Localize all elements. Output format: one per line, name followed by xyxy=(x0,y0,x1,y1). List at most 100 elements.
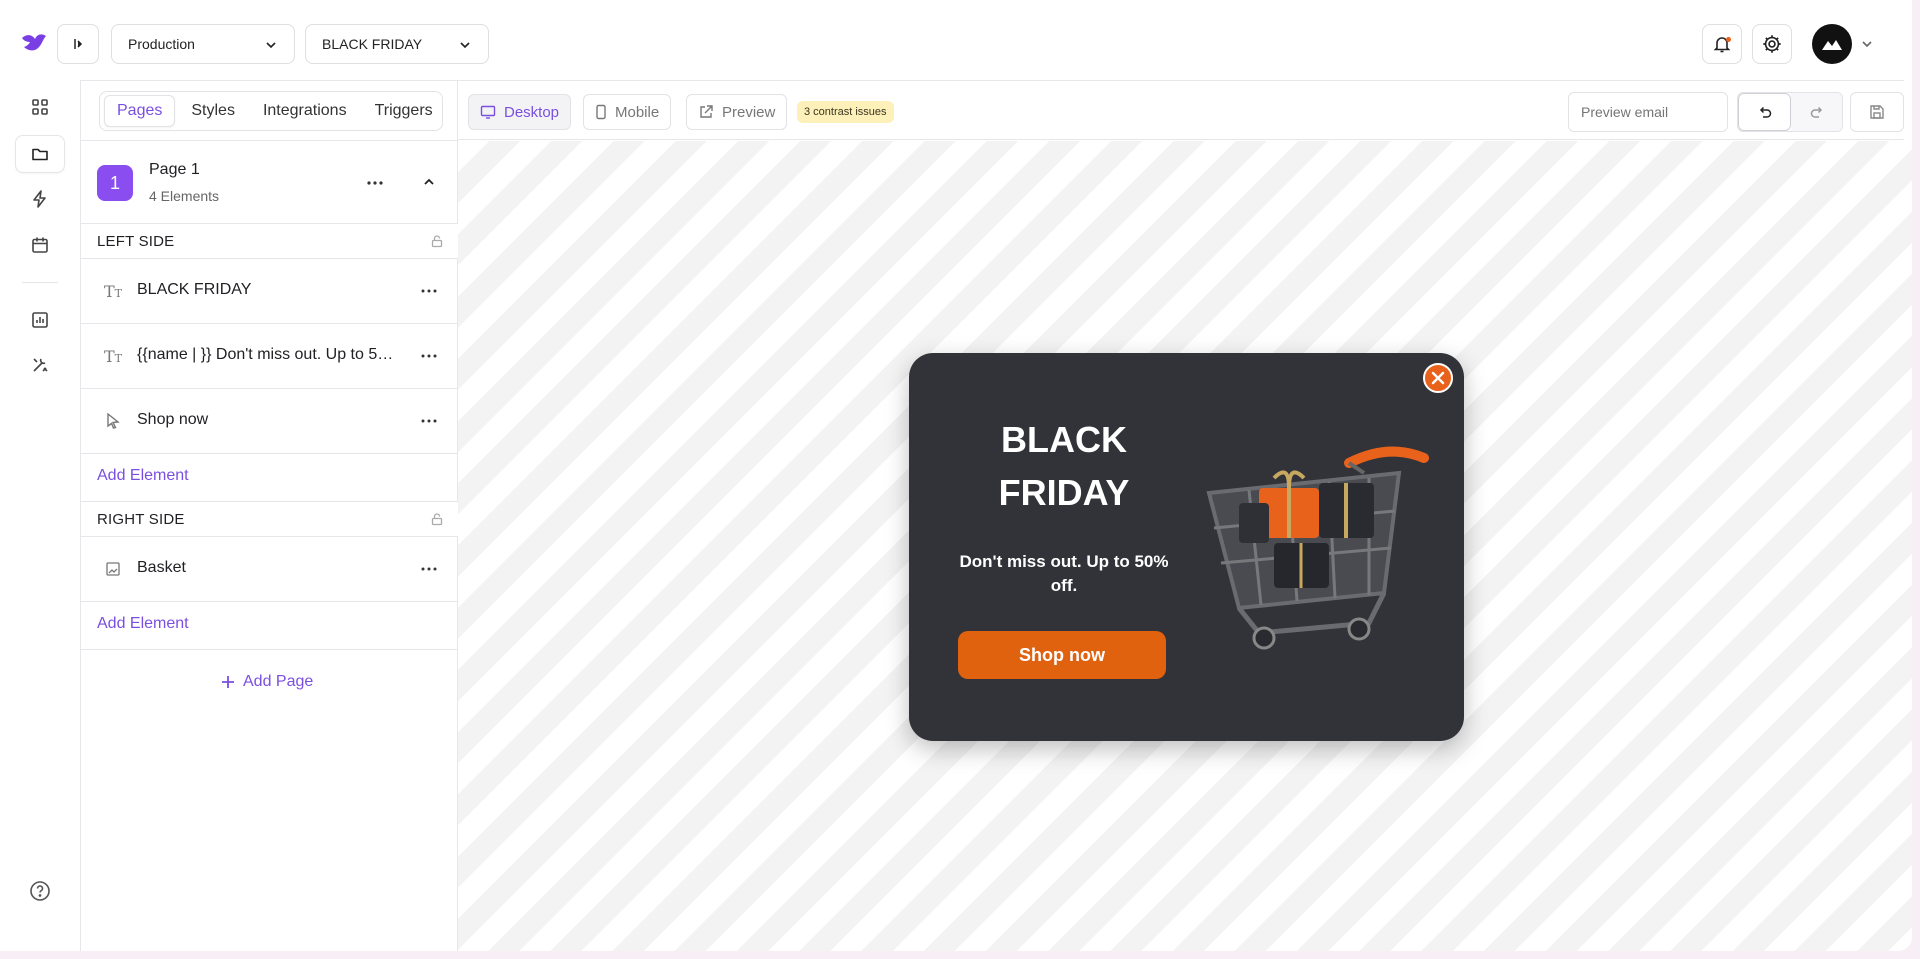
popup-text[interactable]: Don't miss out. Up to 50% off. xyxy=(959,550,1169,598)
rail-automations[interactable] xyxy=(15,180,65,218)
more-horizontal-icon[interactable] xyxy=(418,559,440,579)
avatar[interactable] xyxy=(1812,24,1852,64)
rail-analytics[interactable] xyxy=(15,301,65,339)
redo-button[interactable] xyxy=(1791,93,1842,131)
element-row[interactable]: TT {{name | }} Don't miss out. Up to 50%… xyxy=(81,324,458,388)
external-link-icon xyxy=(700,105,713,118)
environment-select-value: Production xyxy=(128,36,195,52)
panel-toggle-icon xyxy=(74,39,83,49)
chevron-up-icon xyxy=(424,178,434,185)
grid-icon xyxy=(32,99,48,115)
page-element-count: 4 Elements xyxy=(149,188,220,204)
tab-integrations[interactable]: Integrations xyxy=(251,96,359,126)
element-row[interactable]: Shop now xyxy=(81,389,458,453)
redo-icon xyxy=(1810,106,1822,118)
element-label: Shop now xyxy=(137,411,209,428)
notification-dot xyxy=(1726,37,1731,42)
settings-button[interactable] xyxy=(1752,24,1792,64)
desktop-label: Desktop xyxy=(504,103,560,121)
add-element-link[interactable]: Add Element xyxy=(97,615,189,633)
rail-campaigns[interactable] xyxy=(15,135,65,173)
popup-close-button[interactable] xyxy=(1423,363,1453,393)
preview-button[interactable]: Preview xyxy=(686,94,788,130)
tab-pages[interactable]: Pages xyxy=(104,95,176,127)
popup-shop-now-button[interactable]: Shop now xyxy=(958,631,1166,679)
chevron-down-icon xyxy=(266,42,276,49)
text-icon: TT xyxy=(103,346,122,366)
page-more-button[interactable] xyxy=(366,173,384,191)
preview-email-input[interactable] xyxy=(1568,92,1728,132)
design-canvas[interactable]: BLACK FRIDAY Don't miss out. Up to 50% o… xyxy=(458,141,1912,951)
rail-dashboard[interactable] xyxy=(15,88,65,126)
undo-icon xyxy=(1759,106,1771,118)
shopping-cart-image[interactable] xyxy=(1199,433,1439,653)
element-row[interactable]: Basket xyxy=(81,537,458,601)
element-label: Basket xyxy=(137,559,186,576)
more-horizontal-icon xyxy=(367,181,383,185)
section-title: RIGHT SIDE xyxy=(97,510,185,528)
preview-label: Preview xyxy=(722,103,776,121)
save-button[interactable] xyxy=(1850,92,1904,132)
monitor-icon xyxy=(480,105,496,119)
plus-icon xyxy=(222,676,234,688)
chevron-down-icon xyxy=(460,42,470,49)
help-icon[interactable] xyxy=(28,879,52,908)
mobile-label: Mobile xyxy=(615,103,660,121)
tab-styles[interactable]: Styles xyxy=(179,96,247,126)
element-row[interactable]: TT BLACK FRIDAY xyxy=(81,259,458,323)
divider xyxy=(81,601,458,602)
more-horizontal-icon[interactable] xyxy=(418,281,440,301)
section-header-right-side[interactable]: RIGHT SIDE xyxy=(81,502,458,536)
lightning-icon xyxy=(33,190,46,208)
unlock-icon[interactable] xyxy=(430,234,444,248)
brand-logo-icon[interactable] xyxy=(20,30,48,58)
rail-tools[interactable] xyxy=(15,346,65,384)
campaign-select[interactable]: BLACK FRIDAY xyxy=(305,24,489,64)
image-icon xyxy=(103,559,123,579)
more-horizontal-icon[interactable] xyxy=(418,411,440,431)
tab-triggers[interactable]: Triggers xyxy=(363,96,445,126)
rail-divider xyxy=(22,282,58,283)
divider xyxy=(81,649,458,650)
calendar-icon xyxy=(32,237,48,253)
popup-preview[interactable]: BLACK FRIDAY Don't miss out. Up to 50% o… xyxy=(909,353,1464,741)
popup-title[interactable]: BLACK FRIDAY xyxy=(949,413,1179,519)
rail-calendar[interactable] xyxy=(15,226,65,264)
add-page-button[interactable]: Add Page xyxy=(221,673,313,691)
unlock-icon[interactable] xyxy=(430,512,444,526)
panel-tabs: Pages Styles Integrations Triggers xyxy=(99,91,443,131)
folder-icon xyxy=(32,148,48,161)
app-frame: Production BLACK FRIDAY Pages Styles Int… xyxy=(0,0,1912,951)
sidebar-toggle-button[interactable] xyxy=(57,24,99,64)
chart-icon xyxy=(32,312,48,328)
environment-select[interactable]: Production xyxy=(111,24,295,64)
notifications-button[interactable] xyxy=(1702,24,1742,64)
avatar-logo-icon xyxy=(1822,40,1842,50)
divider xyxy=(81,453,458,454)
device-mobile-button[interactable]: Mobile xyxy=(583,94,672,130)
top-bar: Production BLACK FRIDAY xyxy=(57,0,1912,80)
device-desktop-button[interactable]: Desktop xyxy=(468,94,572,130)
pages-panel: Pages Styles Integrations Triggers 1 Pag… xyxy=(80,80,458,951)
canvas-toolbar: Desktop Mobile Preview 3 contrast issues xyxy=(458,80,1904,140)
text-icon: TT xyxy=(103,281,122,301)
tools-icon xyxy=(33,358,48,372)
page-number-badge: 1 xyxy=(97,165,133,201)
chevron-down-icon[interactable] xyxy=(1860,37,1874,51)
campaign-select-value: BLACK FRIDAY xyxy=(322,36,423,52)
cursor-icon xyxy=(103,411,123,431)
contrast-issues-badge[interactable]: 3 contrast issues xyxy=(797,101,894,123)
more-horizontal-icon[interactable] xyxy=(418,346,440,366)
history-controls xyxy=(1737,92,1843,132)
add-element-link[interactable]: Add Element xyxy=(97,467,189,485)
gear-icon xyxy=(1763,35,1781,53)
undo-button[interactable] xyxy=(1738,93,1791,131)
mobile-icon xyxy=(596,104,606,120)
page-title[interactable]: Page 1 xyxy=(149,161,200,179)
section-header-left-side[interactable]: LEFT SIDE xyxy=(81,224,458,258)
save-icon xyxy=(1870,105,1884,119)
close-icon xyxy=(1431,371,1445,385)
page-collapse-button[interactable] xyxy=(422,175,436,194)
divider xyxy=(81,140,458,141)
add-page-label: Add Page xyxy=(243,673,314,690)
